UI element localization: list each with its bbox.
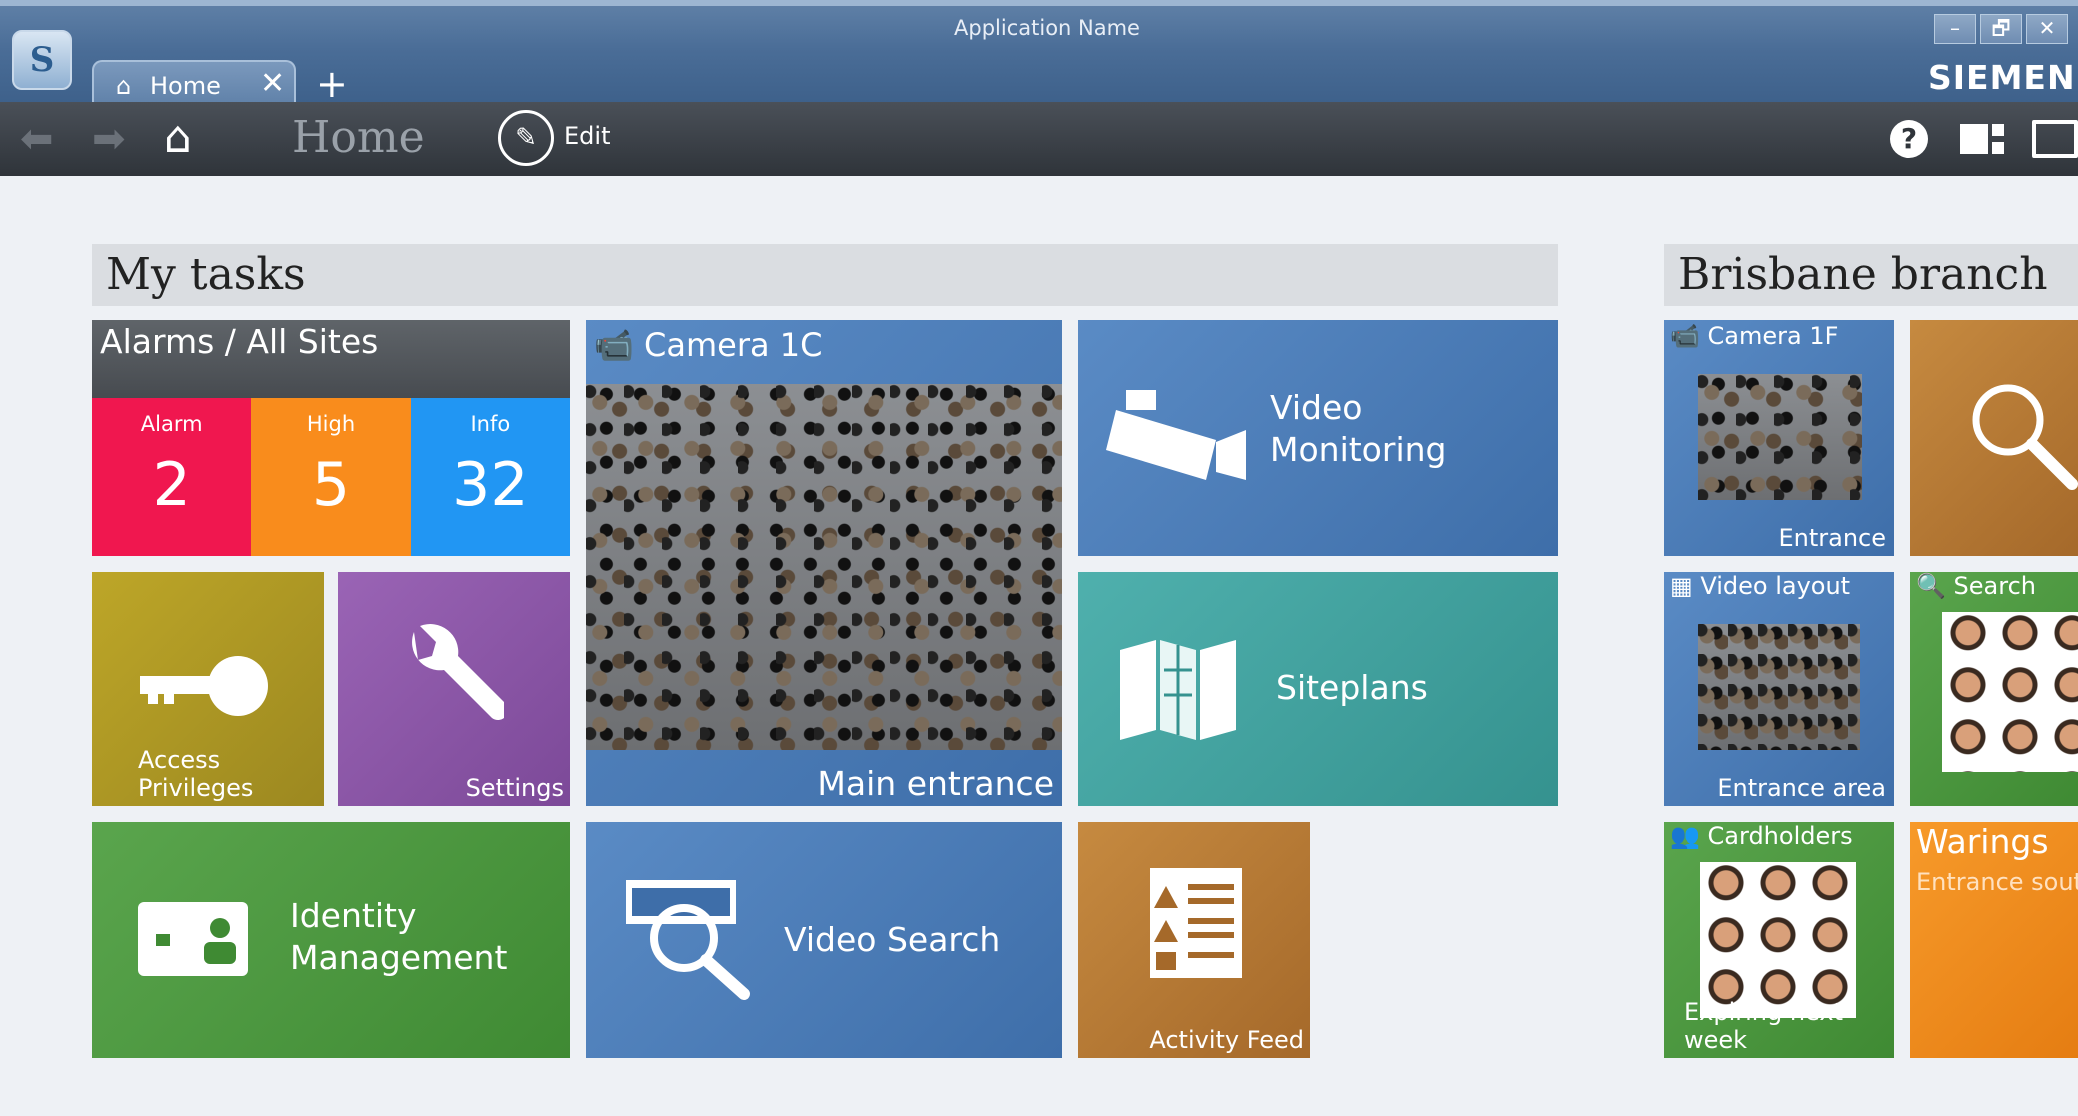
camera-1f-caption: Entrance — [1778, 524, 1886, 552]
alarms-title: Alarms / All Sites — [100, 322, 379, 361]
add-tab-button[interactable]: + — [316, 62, 348, 106]
section-brisbane-branch: Brisbane branch — [1664, 244, 2078, 306]
fullscreen-icon[interactable] — [2032, 120, 2078, 158]
cardholders-title: 👥 Cardholders — [1670, 822, 1853, 850]
grid-layout-icon: ▦ — [1670, 572, 1693, 600]
tile-camera-1f[interactable]: 📹 Camera 1F Entrance — [1664, 320, 1894, 556]
security-camera-icon — [1106, 390, 1246, 480]
tile-activity-feed[interactable]: Activity Feed — [1078, 822, 1310, 1058]
tile-video-layout[interactable]: ▦ Video layout Entrance area — [1664, 572, 1894, 806]
people-icon: 👥 — [1670, 822, 1700, 850]
alarms-header: Alarms / All Sites — [92, 320, 570, 398]
alarm-counter-label: Alarm — [140, 412, 203, 436]
restore-button[interactable]: 🗗 — [1980, 14, 2022, 44]
camera-icon: 📹 — [594, 326, 634, 364]
key-icon — [140, 656, 268, 716]
alarm-counter-high[interactable]: High 5 — [251, 398, 411, 556]
cardholders-face-grid — [1700, 862, 1856, 1018]
edit-label: Edit — [564, 122, 611, 150]
pencil-icon: ✎ — [498, 110, 554, 166]
alarm-counter-value: 32 — [452, 450, 529, 520]
search-title: 🔍 Search — [1916, 572, 2036, 600]
warnings-title: Warings — [1916, 822, 2049, 861]
brand-logo: SIEMENS — [1928, 58, 2078, 97]
alarm-counter-value: 5 — [311, 450, 351, 520]
video-monitoring-line2: Monitoring — [1270, 430, 1447, 469]
tile-cardholders[interactable]: 👥 Cardholders Expiring next week — [1664, 822, 1894, 1058]
tile-video-search[interactable]: Video Search — [586, 822, 1062, 1058]
layout-icon[interactable] — [1960, 124, 2004, 154]
tab-home-label: Home — [150, 72, 221, 100]
alarm-counter-label: Info — [470, 412, 511, 436]
video-search-label: Video Search — [784, 920, 1001, 959]
forward-arrow-icon[interactable]: ➡ — [92, 116, 126, 162]
minimize-button[interactable]: – — [1934, 14, 1976, 44]
alarm-counter-alarm[interactable]: Alarm 2 — [92, 398, 252, 556]
siteplans-label: Siteplans — [1276, 668, 1428, 707]
home-icon[interactable]: ⌂ — [164, 112, 192, 163]
title-bar: Application Name S ⌂ Home ✕ + – 🗗 ✕ SIEMEN… — [0, 0, 2078, 110]
section-my-tasks: My tasks — [92, 244, 1558, 306]
map-icon — [1120, 640, 1236, 740]
search-face-grid — [1942, 612, 2078, 772]
settings-label: Settings — [465, 774, 564, 802]
warnings-caption: Entrance south — [1916, 868, 2078, 896]
alarm-counter-label: High — [306, 412, 356, 436]
close-window-button[interactable]: ✕ — [2026, 14, 2068, 44]
window-controls: – 🗗 ✕ — [1934, 14, 2072, 44]
camera-1c-caption: Main entrance — [817, 764, 1054, 803]
camera-icon: 📹 — [1670, 322, 1700, 350]
tile-camera-1c[interactable]: 📹 Camera 1C Main entrance — [586, 320, 1062, 806]
tile-alarms[interactable]: Alarms / All Sites Alarm 2 High 5 Info 32 — [92, 320, 570, 556]
access-privileges-label: Access Privileges — [138, 746, 254, 802]
tile-search[interactable]: 🔍 Search — [1910, 572, 2078, 806]
back-arrow-icon[interactable]: ⬅ — [20, 116, 54, 162]
window-title: Application Name — [954, 16, 1140, 40]
camera-1c-title: 📹 Camera 1C — [594, 326, 823, 364]
activity-feed-label: Activity Feed — [1149, 1026, 1304, 1054]
cardholders-caption: Expiring next week — [1684, 998, 1844, 1054]
home-tab-icon: ⌂ — [116, 72, 132, 100]
tile-video-monitoring[interactable]: Video Monitoring — [1078, 320, 1558, 556]
search-icon: 🔍 — [1916, 572, 1946, 600]
identity-management-line2: Management — [290, 938, 508, 977]
video-search-icon — [626, 880, 750, 1000]
wrench-icon — [412, 624, 504, 720]
help-icon[interactable]: ? — [1890, 120, 1928, 158]
video-layout-title: ▦ Video layout — [1670, 572, 1851, 600]
activity-list-icon — [1150, 868, 1242, 978]
alarm-counter-info[interactable]: Info 32 — [410, 398, 570, 556]
video-monitoring-line1: Video — [1270, 388, 1363, 427]
app-logo-icon: S — [12, 30, 72, 90]
tile-warnings[interactable]: Warings Entrance south — [1910, 822, 2078, 1058]
magnifier-icon — [1972, 384, 2078, 490]
tile-settings[interactable]: Settings — [338, 572, 570, 806]
identity-management-line1: Identity — [290, 896, 417, 935]
camera-1f-feed — [1698, 374, 1862, 500]
id-card-icon — [138, 902, 248, 976]
video-layout-feeds — [1698, 624, 1860, 750]
camera-1c-feed — [586, 384, 1062, 750]
camera-1f-title: 📹 Camera 1F — [1670, 322, 1839, 350]
close-tab-icon[interactable]: ✕ — [260, 66, 285, 101]
tile-siteplans[interactable]: Siteplans — [1078, 572, 1558, 806]
tile-search-orange[interactable] — [1910, 320, 2078, 556]
alarm-counter-value: 2 — [152, 450, 191, 520]
toolbar: ⬅ ➡ ⌂ Home ✎ Edit ? — [0, 102, 2078, 176]
video-layout-caption: Entrance area — [1717, 774, 1886, 802]
tile-identity-management[interactable]: Identity Management — [92, 822, 570, 1058]
tile-access-privileges[interactable]: Access Privileges — [92, 572, 324, 806]
page-title: Home — [292, 112, 425, 163]
